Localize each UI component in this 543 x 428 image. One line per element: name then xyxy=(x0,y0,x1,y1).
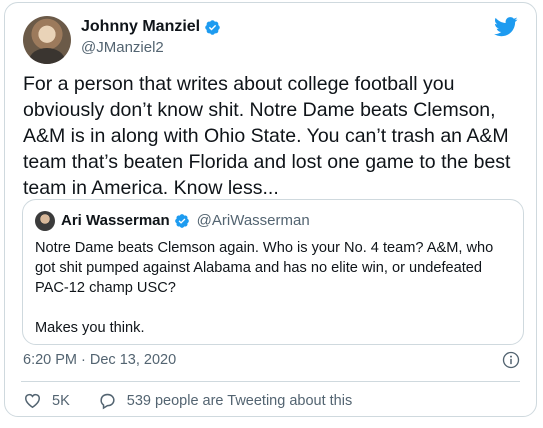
quoted-author-handle[interactable]: @AriWasserman xyxy=(197,212,310,229)
quoted-verified-badge-icon xyxy=(174,213,189,228)
tweet-body: For a person that writes about college f… xyxy=(23,73,511,199)
tweet-card[interactable]: Johnny Manziel @JManziel2 For a person t… xyxy=(4,2,537,417)
heart-icon xyxy=(25,393,40,409)
quoted-tweet-body: Notre Dame beats Clemson again. Who is y… xyxy=(35,240,494,336)
tweet-timestamp[interactable]: 6:20 PM · Dec 13, 2020 xyxy=(23,352,176,368)
author-avatar[interactable] xyxy=(23,16,71,64)
conversation-link[interactable]: 539 people are Tweeting about this xyxy=(98,391,352,410)
quoted-author-name[interactable]: Ari Wasserman xyxy=(61,212,170,229)
twitter-bird-icon[interactable] xyxy=(494,17,518,37)
quoted-author-avatar[interactable] xyxy=(35,211,55,231)
author-name[interactable]: Johnny Manziel xyxy=(81,18,200,36)
info-icon[interactable] xyxy=(502,351,520,369)
author-name-row[interactable]: Johnny Manziel xyxy=(81,18,221,36)
conversation-label: 539 people are Tweeting about this xyxy=(126,392,353,409)
verified-badge-icon xyxy=(205,19,220,35)
like-button[interactable]: 5K xyxy=(23,391,70,410)
author-handle[interactable]: @JManziel2 xyxy=(81,39,164,56)
action-bar: 5K 539 people are Tweeting about this xyxy=(23,391,352,410)
avatar-figure xyxy=(29,48,65,64)
quoted-tweet[interactable]: Ari Wasserman @AriWasserman Notre Dame b… xyxy=(22,199,524,345)
divider xyxy=(21,381,520,382)
reply-bubble-icon xyxy=(100,393,115,410)
like-count: 5K xyxy=(52,392,70,409)
quoted-author-row[interactable]: Ari Wasserman @AriWasserman xyxy=(61,212,310,229)
